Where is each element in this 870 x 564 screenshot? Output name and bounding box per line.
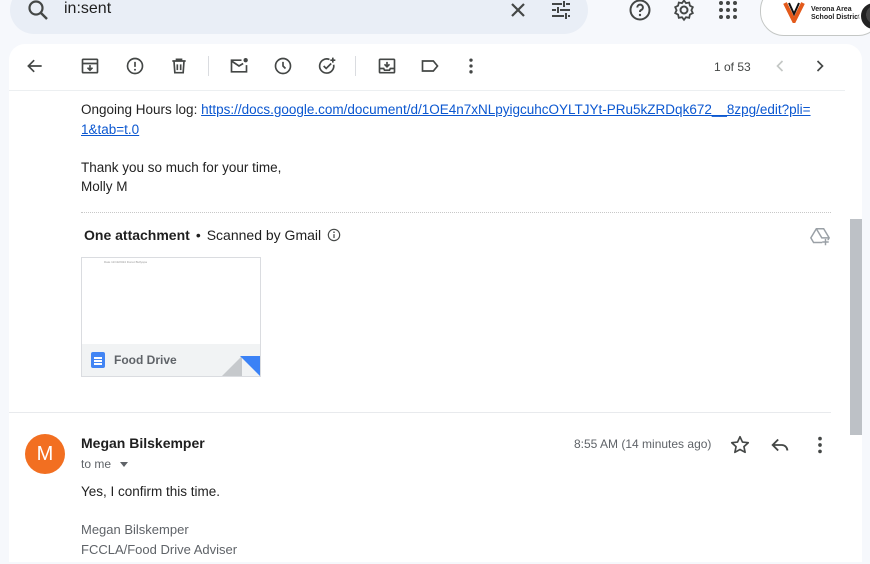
thanks-text: Thank you so much for your time, (81, 160, 282, 175)
info-icon[interactable] (327, 228, 341, 242)
attachment-card[interactable]: Date 11/19/2024 Donut Bullyspa Food Driv… (81, 257, 261, 377)
account-switcher[interactable]: Verona Area School District (760, 0, 870, 36)
chevron-left-icon (776, 60, 784, 72)
chevron-down-icon[interactable] (120, 461, 129, 467)
help-icon[interactable] (628, 0, 652, 22)
org-name: Verona Area School District (811, 6, 861, 21)
back-button[interactable] (19, 54, 51, 78)
page-fold-icon (222, 356, 242, 376)
label-button[interactable] (414, 54, 446, 78)
back-arrow-icon (27, 59, 42, 73)
district-logo-icon (783, 2, 805, 23)
toolbar-divider (208, 56, 209, 76)
recipient-details[interactable]: to me (81, 457, 129, 471)
hours-log-link-cont[interactable]: 1&tab=t.0 (81, 122, 139, 137)
attachment-preview: Date 11/19/2024 Donut Bullyspa (82, 258, 260, 344)
toolbar-divider (355, 56, 356, 76)
preview-text: Date 11/19/2024 Donut Bullyspa (104, 260, 147, 264)
attachment-name: Food Drive (114, 353, 177, 367)
archive-button[interactable] (74, 54, 106, 78)
sender-avatar[interactable]: M (25, 434, 65, 474)
recipient-label: to me (81, 457, 112, 471)
hours-log-line: Ongoing Hours log: https://docs.google.c… (81, 100, 821, 140)
tune-icon[interactable] (549, 0, 573, 22)
top-bar: in:sent Verona Area School District (0, 0, 870, 40)
scrollbar[interactable] (850, 219, 862, 435)
hours-log-label: Ongoing Hours log: (81, 102, 202, 117)
move-to-icon (378, 58, 396, 74)
mark-unread-icon (230, 58, 248, 73)
newer-button[interactable] (764, 54, 796, 78)
mark-unread-button[interactable] (223, 54, 255, 78)
clear-icon[interactable] (506, 0, 530, 22)
more-vert-icon[interactable] (809, 434, 831, 456)
add-task-icon (318, 57, 336, 74)
message-time: 8:55 AM (14 minutes ago) (574, 437, 712, 451)
snooze-icon (274, 57, 292, 75)
snooze-button[interactable] (267, 54, 299, 78)
search-bar[interactable]: in:sent (10, 0, 588, 34)
message-toolbar: 1 of 53 (9, 44, 862, 88)
add-task-button[interactable] (311, 54, 343, 78)
delete-button[interactable] (163, 54, 195, 78)
reply-body: Yes, I confirm this time. (81, 484, 221, 499)
report-spam-button[interactable] (119, 54, 151, 78)
scanned-label: Scanned by Gmail (206, 227, 322, 243)
search-icon[interactable] (26, 0, 50, 22)
label-icon (421, 60, 439, 72)
page-corner-icon (240, 356, 260, 376)
message-separator (9, 412, 831, 413)
attachment-header: One attachment • Scanned by Gmail (84, 227, 341, 243)
older-button[interactable] (804, 54, 836, 78)
move-to-button[interactable] (371, 54, 403, 78)
more-vert-icon (469, 58, 473, 74)
reply-icon[interactable] (769, 434, 791, 456)
chevron-right-icon (816, 60, 824, 72)
google-docs-icon (91, 352, 105, 368)
more-button[interactable] (455, 54, 487, 78)
sender-name[interactable]: Megan Bilskemper (81, 435, 205, 451)
add-to-drive-icon[interactable] (809, 226, 831, 248)
toolbar-divider-line (9, 90, 845, 91)
search-input[interactable]: in:sent (64, 0, 111, 18)
delete-icon (172, 58, 186, 74)
report-spam-icon (126, 57, 144, 75)
message-panel: 1 of 53 Ongoing Hours log: https://docs.… (9, 44, 862, 562)
signature-name: Megan Bilskemper (81, 522, 189, 537)
signature-title: FCCLA/Food Drive Adviser (81, 542, 238, 557)
pager-count: 1 of 53 (714, 60, 751, 74)
settings-icon[interactable] (672, 0, 696, 22)
bullet: • (195, 227, 201, 243)
archive-icon (81, 58, 99, 74)
hours-log-link[interactable]: https://docs.google.com/document/d/1OE4n… (201, 102, 810, 117)
signoff-text: Molly M (81, 179, 128, 194)
attachment-divider (81, 212, 831, 213)
apps-icon[interactable] (716, 0, 740, 22)
attachment-count: One attachment (84, 227, 190, 243)
star-icon[interactable] (729, 434, 751, 456)
